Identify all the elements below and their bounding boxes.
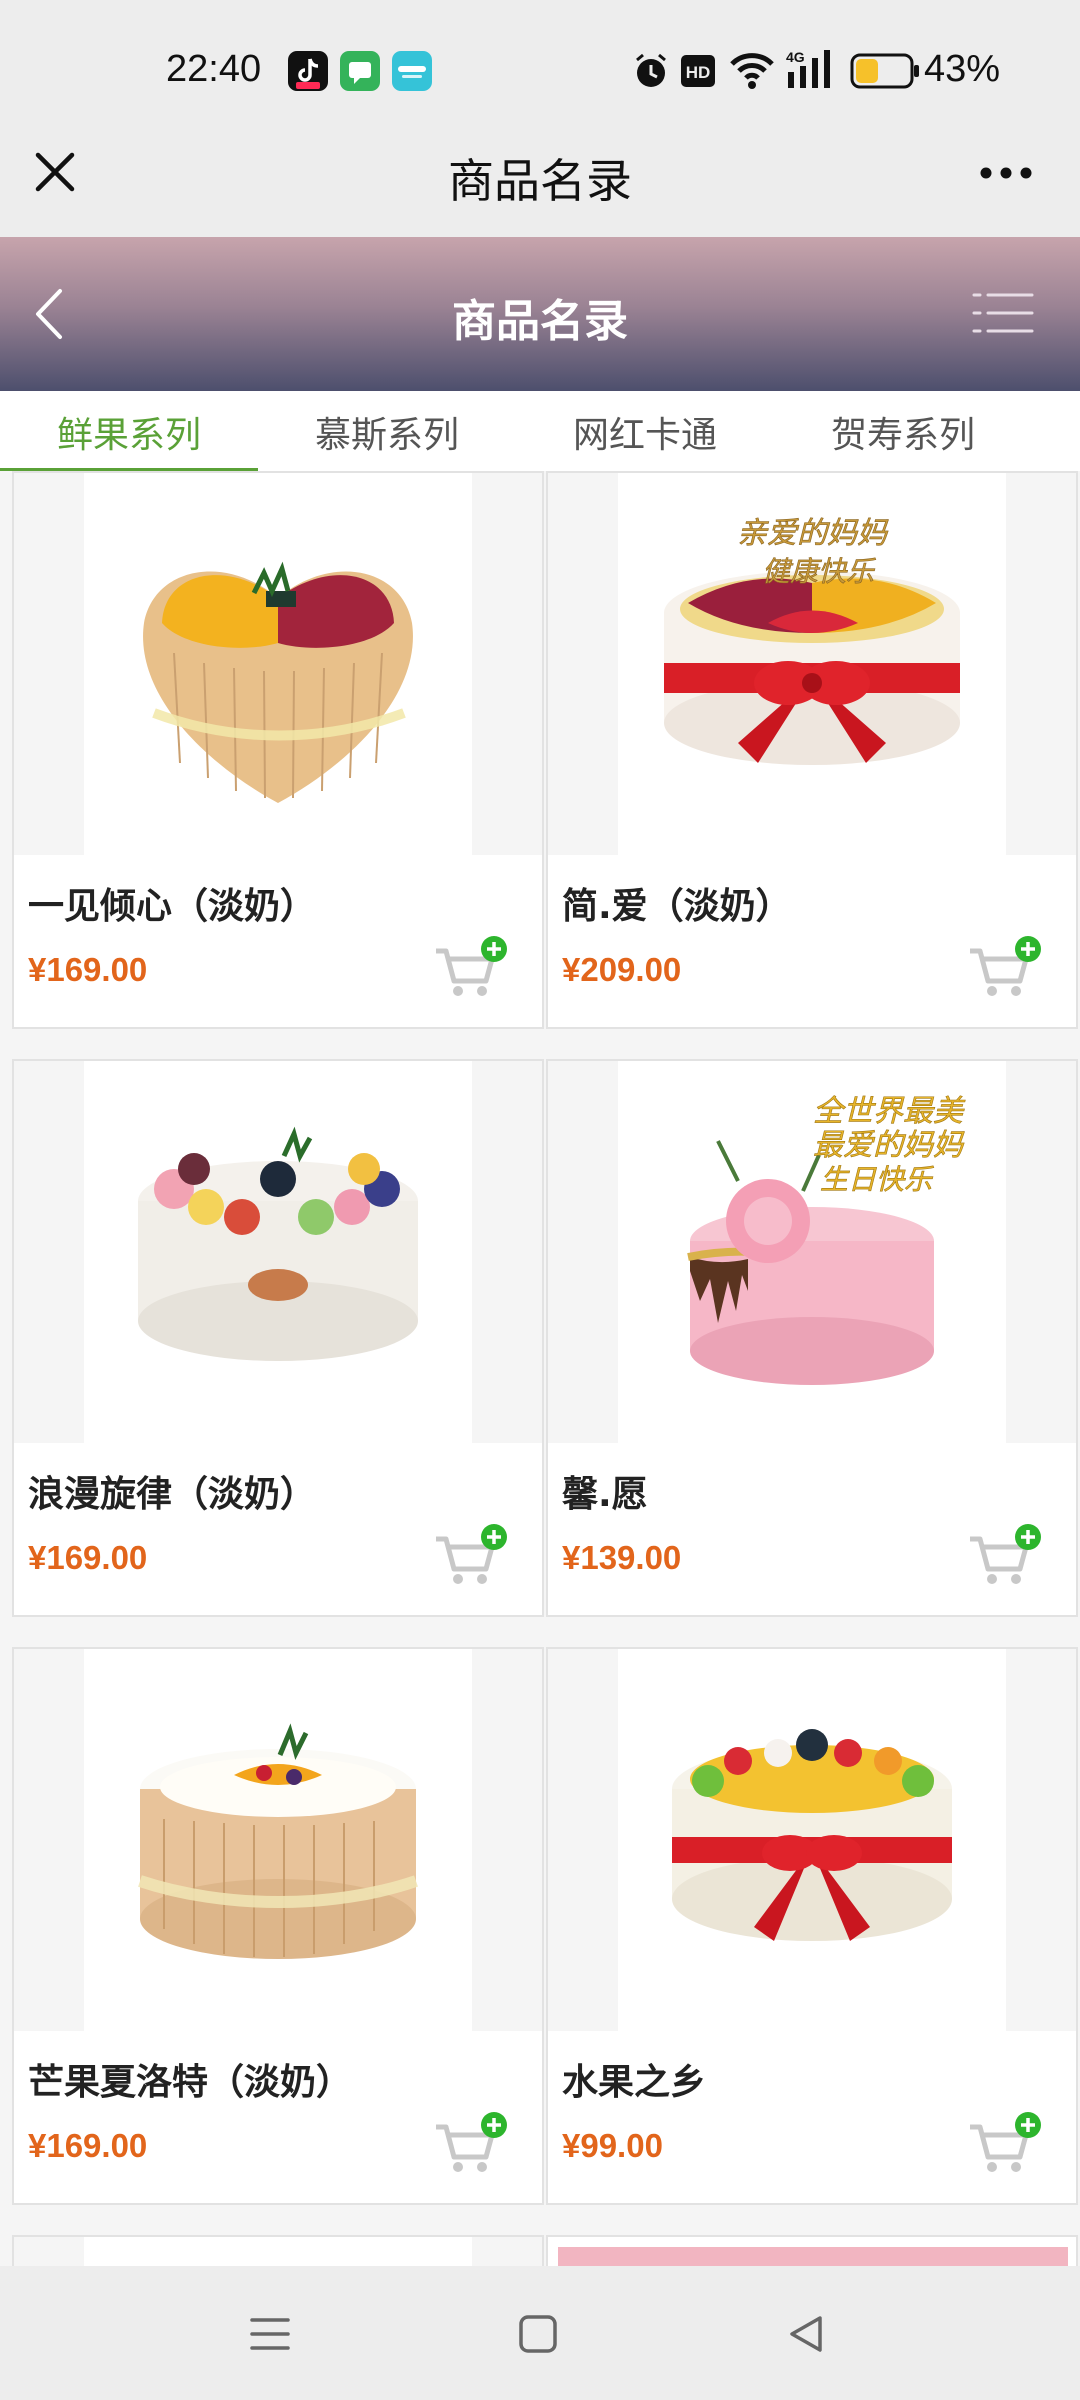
product-price: ¥209.00	[562, 951, 682, 988]
product-name: 馨.愿	[562, 1474, 648, 1515]
tab-cartoon[interactable]: 网红卡通	[516, 391, 774, 471]
product-price: ¥169.00	[28, 1539, 148, 1576]
product-price: ¥169.00	[28, 951, 148, 988]
product-name: 一见倾心（淡奶）	[28, 886, 317, 927]
product-name: 芒果夏洛特（淡奶）	[28, 2062, 353, 2103]
product-card[interactable]: 亲爱的妈妈 健康快乐 简.爱（淡奶） ¥209.00	[546, 471, 1078, 1029]
add-to-cart-icon[interactable]	[966, 2111, 1042, 2177]
svg-text:4G: 4G	[786, 49, 805, 65]
add-to-cart-icon[interactable]	[432, 935, 508, 1001]
product-grid: 一见倾心（淡奶） ¥169.00 亲爱的妈妈 健康快乐 简.爱（淡奶） ¥209…	[0, 471, 1080, 2271]
product-image[interactable]	[14, 473, 542, 855]
status-bar: 22:40 HD 4G 43%	[0, 0, 1080, 125]
hd-icon: HD	[681, 55, 715, 87]
tab-mousse[interactable]: 慕斯系列	[258, 391, 516, 471]
wechat-title-bar: 商品名录	[0, 125, 1080, 237]
alarm-icon	[636, 53, 666, 87]
tab-birthday-longevity[interactable]: 贺寿系列	[774, 391, 1032, 471]
status-time: 22:40	[166, 48, 262, 90]
product-card[interactable]: 芒果夏洛特（淡奶） ¥169.00	[12, 1647, 544, 2205]
battery-percent: 43%	[924, 48, 1001, 90]
product-card[interactable]: 水果之乡 ¥99.00	[546, 1647, 1078, 2205]
product-card[interactable]: 一见倾心（淡奶） ¥169.00	[12, 471, 544, 1029]
product-name: 简.爱（淡奶）	[562, 886, 792, 927]
more-icon[interactable]	[978, 165, 1034, 181]
product-price: ¥139.00	[562, 1539, 682, 1576]
store-header: 商品名录	[0, 237, 1080, 391]
signal-4g-icon: 4G	[786, 49, 830, 88]
weather-app-icon	[392, 51, 432, 91]
menu-icon[interactable]	[246, 2310, 294, 2358]
add-to-cart-icon[interactable]	[432, 1523, 508, 1589]
battery-icon	[850, 53, 919, 89]
page-title: 商品名录	[448, 154, 632, 208]
list-menu-icon[interactable]	[972, 289, 1034, 337]
product-image[interactable]	[14, 1649, 542, 2031]
add-to-cart-icon[interactable]	[966, 935, 1042, 1001]
cake-topper-text: 健康快乐	[762, 555, 876, 588]
add-to-cart-icon[interactable]	[966, 1523, 1042, 1589]
system-nav-bar	[0, 2266, 1080, 2400]
chat-app-icon	[340, 51, 380, 91]
header-title: 商品名录	[452, 296, 628, 347]
product-image[interactable]	[14, 1061, 542, 1443]
product-image[interactable]: 全世界最美 最爱的妈妈 生日快乐	[548, 1061, 1076, 1443]
cake-topper-text: 最爱的妈妈	[813, 1128, 965, 1163]
product-image[interactable]	[548, 1649, 1076, 2031]
product-name: 浪漫旋律（淡奶）	[28, 1474, 317, 1515]
cake-topper-text: 亲爱的妈妈	[737, 516, 889, 551]
tiktok-app-icon	[288, 51, 328, 91]
product-price: ¥99.00	[562, 2127, 663, 2164]
svg-text:HD: HD	[686, 63, 711, 82]
product-card[interactable]: 全世界最美 最爱的妈妈 生日快乐 馨.愿 ¥139.00	[546, 1059, 1078, 1617]
home-icon[interactable]	[514, 2310, 562, 2358]
product-image[interactable]: 亲爱的妈妈 健康快乐	[548, 473, 1076, 855]
add-to-cart-icon[interactable]	[432, 2111, 508, 2177]
cake-topper-text: 全世界最美	[813, 1094, 966, 1129]
product-card[interactable]: 浪漫旋律（淡奶） ¥169.00	[12, 1059, 544, 1617]
category-tabs: 鲜果系列 慕斯系列 网红卡通 贺寿系列	[0, 391, 1080, 471]
tab-fresh-fruit[interactable]: 鲜果系列	[0, 391, 258, 471]
product-name: 水果之乡	[562, 2062, 707, 2103]
cake-topper-text: 生日快乐	[820, 1163, 934, 1196]
wifi-icon	[730, 53, 774, 89]
product-price: ¥169.00	[28, 2127, 148, 2164]
back-nav-icon[interactable]	[782, 2310, 830, 2358]
